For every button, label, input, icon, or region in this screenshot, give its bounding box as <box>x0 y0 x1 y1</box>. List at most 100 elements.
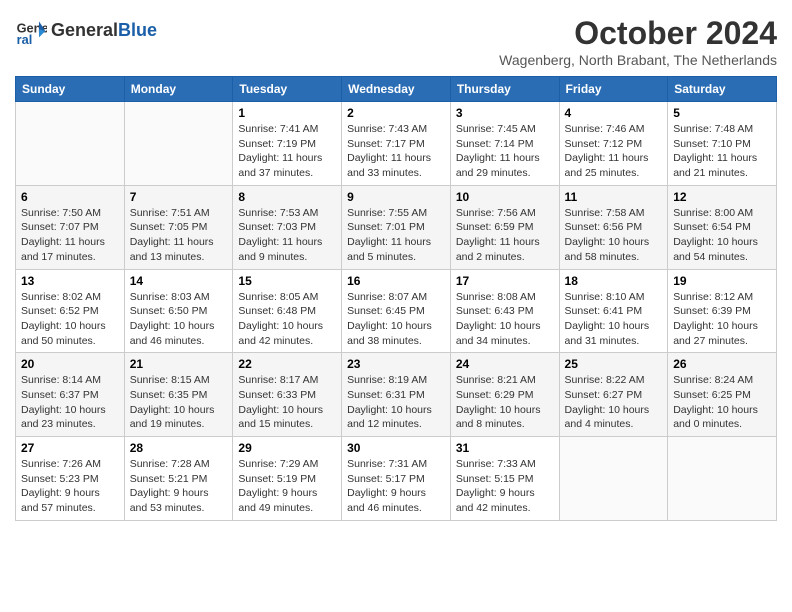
day-number: 16 <box>347 274 445 288</box>
weekday-header-monday: Monday <box>124 77 233 102</box>
day-info: Sunrise: 8:08 AM Sunset: 6:43 PM Dayligh… <box>456 290 554 349</box>
week-row-2: 6 Sunrise: 7:50 AM Sunset: 7:07 PM Daylig… <box>16 185 777 269</box>
logo-line1: GeneralBlue <box>51 21 157 41</box>
day-number: 17 <box>456 274 554 288</box>
calendar-cell <box>124 102 233 186</box>
day-info: Sunrise: 7:48 AM Sunset: 7:10 PM Dayligh… <box>673 122 771 181</box>
day-info: Sunrise: 7:50 AM Sunset: 7:07 PM Dayligh… <box>21 206 119 265</box>
calendar-cell <box>16 102 125 186</box>
day-number: 11 <box>565 190 663 204</box>
day-info: Sunrise: 7:53 AM Sunset: 7:03 PM Dayligh… <box>238 206 336 265</box>
calendar-cell: 10 Sunrise: 7:56 AM Sunset: 6:59 PM Dayli… <box>450 185 559 269</box>
calendar-cell: 1Sunrise: 7:41 AM Sunset: 7:19 PM Daylig… <box>233 102 342 186</box>
day-info: Sunrise: 7:51 AM Sunset: 7:05 PM Dayligh… <box>130 206 228 265</box>
day-info: Sunrise: 8:14 AM Sunset: 6:37 PM Dayligh… <box>21 373 119 432</box>
calendar-cell: 27 Sunrise: 7:26 AM Sunset: 5:23 PM Dayli… <box>16 437 125 521</box>
month-title: October 2024 <box>499 15 777 52</box>
calendar-cell: 16 Sunrise: 8:07 AM Sunset: 6:45 PM Dayli… <box>342 269 451 353</box>
day-info: Sunrise: 7:29 AM Sunset: 5:19 PM Dayligh… <box>238 457 336 516</box>
calendar-cell: 31Sunrise: 7:33 AM Sunset: 5:15 PM Dayli… <box>450 437 559 521</box>
week-row-5: 27 Sunrise: 7:26 AM Sunset: 5:23 PM Dayli… <box>16 437 777 521</box>
day-info: Sunrise: 7:28 AM Sunset: 5:21 PM Dayligh… <box>130 457 228 516</box>
day-number: 13 <box>21 274 119 288</box>
day-number: 2 <box>347 106 445 120</box>
day-info: Sunrise: 7:26 AM Sunset: 5:23 PM Dayligh… <box>21 457 119 516</box>
day-info: Sunrise: 7:33 AM Sunset: 5:15 PM Dayligh… <box>456 457 554 516</box>
location-title: Wagenberg, North Brabant, The Netherland… <box>499 52 777 68</box>
week-row-3: 13 Sunrise: 8:02 AM Sunset: 6:52 PM Dayli… <box>16 269 777 353</box>
day-info: Sunrise: 8:19 AM Sunset: 6:31 PM Dayligh… <box>347 373 445 432</box>
day-info: Sunrise: 8:02 AM Sunset: 6:52 PM Dayligh… <box>21 290 119 349</box>
weekday-header-tuesday: Tuesday <box>233 77 342 102</box>
day-info: Sunrise: 8:17 AM Sunset: 6:33 PM Dayligh… <box>238 373 336 432</box>
day-number: 6 <box>21 190 119 204</box>
day-info: Sunrise: 7:56 AM Sunset: 6:59 PM Dayligh… <box>456 206 554 265</box>
day-number: 25 <box>565 357 663 371</box>
day-number: 18 <box>565 274 663 288</box>
day-info: Sunrise: 8:03 AM Sunset: 6:50 PM Dayligh… <box>130 290 228 349</box>
day-number: 19 <box>673 274 771 288</box>
calendar-cell: 12Sunrise: 8:00 AM Sunset: 6:54 PM Dayli… <box>668 185 777 269</box>
calendar-cell: 14Sunrise: 8:03 AM Sunset: 6:50 PM Dayli… <box>124 269 233 353</box>
calendar-cell: 19 Sunrise: 8:12 AM Sunset: 6:39 PM Dayli… <box>668 269 777 353</box>
day-info: Sunrise: 8:21 AM Sunset: 6:29 PM Dayligh… <box>456 373 554 432</box>
calendar-cell: 22 Sunrise: 8:17 AM Sunset: 6:33 PM Dayli… <box>233 353 342 437</box>
day-info: Sunrise: 7:55 AM Sunset: 7:01 PM Dayligh… <box>347 206 445 265</box>
weekday-header-friday: Friday <box>559 77 668 102</box>
title-area: October 2024 Wagenberg, North Brabant, T… <box>499 15 777 68</box>
day-number: 27 <box>21 441 119 455</box>
week-row-1: 1Sunrise: 7:41 AM Sunset: 7:19 PM Daylig… <box>16 102 777 186</box>
calendar-cell: 8 Sunrise: 7:53 AM Sunset: 7:03 PM Daylig… <box>233 185 342 269</box>
calendar-cell: 26 Sunrise: 8:24 AM Sunset: 6:25 PM Dayli… <box>668 353 777 437</box>
day-number: 10 <box>456 190 554 204</box>
day-info: Sunrise: 8:12 AM Sunset: 6:39 PM Dayligh… <box>673 290 771 349</box>
week-row-4: 20Sunrise: 8:14 AM Sunset: 6:37 PM Dayli… <box>16 353 777 437</box>
day-info: Sunrise: 7:43 AM Sunset: 7:17 PM Dayligh… <box>347 122 445 181</box>
calendar-table: SundayMondayTuesdayWednesdayThursdayFrid… <box>15 76 777 521</box>
day-number: 23 <box>347 357 445 371</box>
calendar-cell <box>668 437 777 521</box>
day-number: 8 <box>238 190 336 204</box>
calendar-cell: 15 Sunrise: 8:05 AM Sunset: 6:48 PM Dayli… <box>233 269 342 353</box>
header: Gene ral GeneralBlue October 2024 Wagenb… <box>15 15 777 68</box>
calendar-cell: 4 Sunrise: 7:46 AM Sunset: 7:12 PM Daylig… <box>559 102 668 186</box>
calendar-cell: 21 Sunrise: 8:15 AM Sunset: 6:35 PM Dayli… <box>124 353 233 437</box>
day-number: 9 <box>347 190 445 204</box>
day-number: 15 <box>238 274 336 288</box>
weekday-header-saturday: Saturday <box>668 77 777 102</box>
day-info: Sunrise: 8:00 AM Sunset: 6:54 PM Dayligh… <box>673 206 771 265</box>
calendar-cell: 6 Sunrise: 7:50 AM Sunset: 7:07 PM Daylig… <box>16 185 125 269</box>
weekday-header-sunday: Sunday <box>16 77 125 102</box>
calendar-cell: 18 Sunrise: 8:10 AM Sunset: 6:41 PM Dayli… <box>559 269 668 353</box>
day-info: Sunrise: 8:15 AM Sunset: 6:35 PM Dayligh… <box>130 373 228 432</box>
day-number: 4 <box>565 106 663 120</box>
calendar-cell <box>559 437 668 521</box>
day-info: Sunrise: 7:58 AM Sunset: 6:56 PM Dayligh… <box>565 206 663 265</box>
calendar-cell: 13 Sunrise: 8:02 AM Sunset: 6:52 PM Dayli… <box>16 269 125 353</box>
day-number: 28 <box>130 441 228 455</box>
day-info: Sunrise: 7:46 AM Sunset: 7:12 PM Dayligh… <box>565 122 663 181</box>
day-info: Sunrise: 7:31 AM Sunset: 5:17 PM Dayligh… <box>347 457 445 516</box>
weekday-header-row: SundayMondayTuesdayWednesdayThursdayFrid… <box>16 77 777 102</box>
calendar-cell: 7 Sunrise: 7:51 AM Sunset: 7:05 PM Daylig… <box>124 185 233 269</box>
day-info: Sunrise: 8:24 AM Sunset: 6:25 PM Dayligh… <box>673 373 771 432</box>
day-number: 7 <box>130 190 228 204</box>
calendar-cell: 20Sunrise: 8:14 AM Sunset: 6:37 PM Dayli… <box>16 353 125 437</box>
calendar-cell: 25Sunrise: 8:22 AM Sunset: 6:27 PM Dayli… <box>559 353 668 437</box>
calendar-cell: 29 Sunrise: 7:29 AM Sunset: 5:19 PM Dayli… <box>233 437 342 521</box>
day-number: 22 <box>238 357 336 371</box>
day-info: Sunrise: 8:07 AM Sunset: 6:45 PM Dayligh… <box>347 290 445 349</box>
day-number: 24 <box>456 357 554 371</box>
calendar-cell: 11 Sunrise: 7:58 AM Sunset: 6:56 PM Dayli… <box>559 185 668 269</box>
calendar-cell: 30Sunrise: 7:31 AM Sunset: 5:17 PM Dayli… <box>342 437 451 521</box>
day-number: 29 <box>238 441 336 455</box>
day-number: 21 <box>130 357 228 371</box>
svg-text:ral: ral <box>17 32 33 47</box>
day-info: Sunrise: 8:05 AM Sunset: 6:48 PM Dayligh… <box>238 290 336 349</box>
calendar-cell: 17 Sunrise: 8:08 AM Sunset: 6:43 PM Dayli… <box>450 269 559 353</box>
day-number: 5 <box>673 106 771 120</box>
day-number: 26 <box>673 357 771 371</box>
day-info: Sunrise: 8:10 AM Sunset: 6:41 PM Dayligh… <box>565 290 663 349</box>
calendar-cell: 28 Sunrise: 7:28 AM Sunset: 5:21 PM Dayli… <box>124 437 233 521</box>
logo: Gene ral GeneralBlue <box>15 15 157 47</box>
